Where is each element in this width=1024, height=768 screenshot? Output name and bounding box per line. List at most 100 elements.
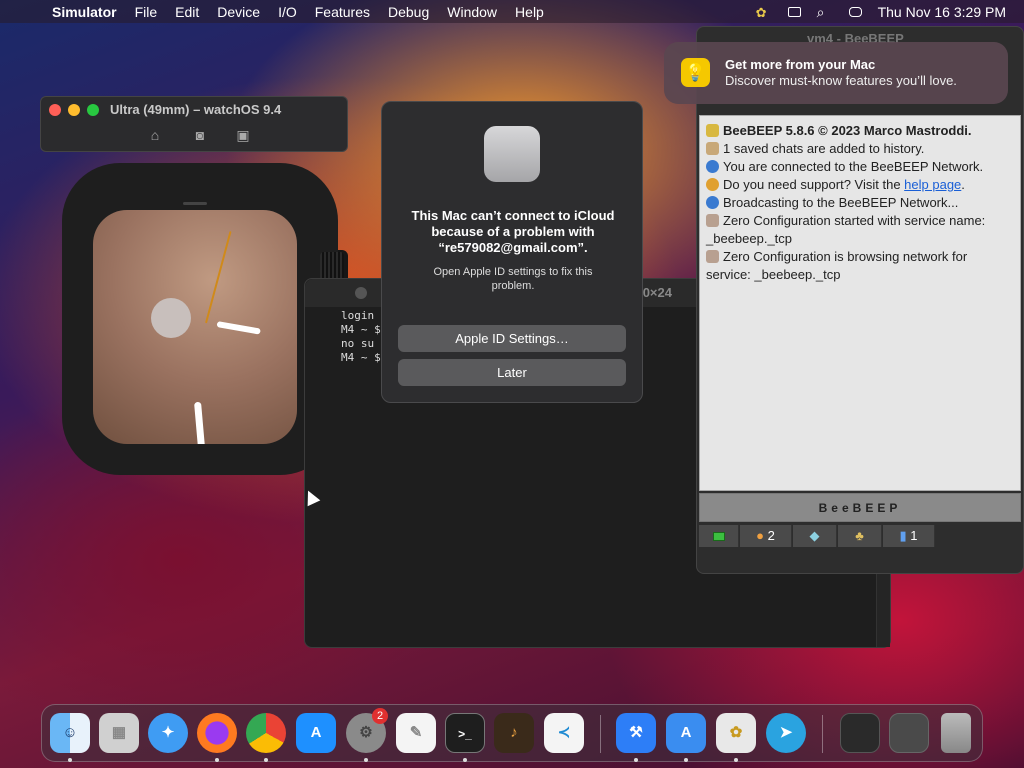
alert-message: Open Apple ID settings to fix this probl…: [433, 266, 593, 292]
running-indicator: [68, 758, 72, 762]
terminal-line: M4 ~ $: [341, 323, 381, 336]
menu-help[interactable]: Help: [515, 4, 544, 20]
simulator-icon[interactable]: A: [666, 713, 706, 753]
tab-groups[interactable]: ♣: [838, 525, 882, 547]
beebeep-status-icon[interactable]: ✿: [756, 5, 772, 20]
terminal-icon[interactable]: >_: [445, 713, 485, 753]
watch-minute-hand: [194, 401, 209, 444]
garageband-icon[interactable]: ♪: [494, 713, 534, 753]
menu-edit[interactable]: Edit: [175, 4, 199, 20]
running-indicator: [734, 758, 738, 762]
textedit-icon[interactable]: ✎: [396, 713, 436, 753]
groups-icon: ♣: [855, 528, 864, 543]
terminal-output[interactable]: login M4 ~ $ no su M4 ~ $: [341, 309, 381, 365]
tab-messages[interactable]: ◆: [793, 525, 837, 547]
scroll-icon: [706, 142, 719, 155]
chat-line: Do you need support? Visit the help page…: [706, 176, 1018, 194]
beebeep-banner: BeeBEEP: [699, 493, 1021, 522]
home-button-icon[interactable]: ⌂: [146, 127, 164, 143]
files-icon: ▮: [899, 528, 907, 543]
trash-icon[interactable]: [941, 713, 971, 753]
menu-device[interactable]: Device: [217, 4, 260, 20]
running-indicator: [215, 758, 219, 762]
messages-icon: ◆: [809, 528, 820, 543]
close-window-button[interactable]: [49, 104, 61, 116]
menu-window[interactable]: Window: [447, 4, 497, 20]
minimize-window-button[interactable]: [68, 104, 80, 116]
chat-icon: [712, 532, 725, 542]
terminal-line: login: [341, 309, 375, 322]
dock: ☺ ▦ ✦ A ⚙ ✎ >_ ♪ ≺ ⚒ A ✿ ➤: [41, 704, 983, 762]
notification-title: Get more from your Mac: [725, 57, 876, 72]
later-button[interactable]: Later: [398, 359, 626, 386]
screen-mirroring-icon[interactable]: [787, 6, 801, 17]
settings-notification-badge: 2: [372, 708, 388, 724]
spotlight-search-icon[interactable]: ⌕: [817, 5, 833, 19]
simulator-window-toolbar: Ultra (49mm) – watchOS 9.4 ⌂ ◙ ▣: [40, 96, 348, 152]
screenshot-camera-icon[interactable]: ◙: [191, 127, 209, 143]
help-page-link[interactable]: help page: [904, 177, 961, 192]
beebeep-window[interactable]: vm4 - BeeBEEP BeeBEEP 5.8.6 © 2023 Marco…: [696, 26, 1024, 574]
app-store-icon[interactable]: A: [296, 713, 336, 753]
documents-stack-icon[interactable]: [889, 713, 929, 753]
chat-line: 1 saved chats are added to history.: [706, 140, 1018, 158]
users-icon: ●: [756, 528, 764, 543]
menu-features[interactable]: Features: [315, 4, 370, 20]
running-indicator: [634, 758, 638, 762]
notification-body: Discover must-know features you’ll love.: [725, 73, 957, 88]
running-indicator: [684, 758, 688, 762]
dock-separator: [822, 715, 823, 753]
telegram-icon[interactable]: ➤: [766, 713, 806, 753]
running-indicator: [364, 758, 368, 762]
network-globe-icon: [706, 160, 719, 173]
menu-debug[interactable]: Debug: [388, 4, 429, 20]
notification-banner[interactable]: 💡 Get more from your Mac Discover must-k…: [664, 42, 1008, 104]
chrome-icon[interactable]: [246, 713, 286, 753]
chat-line: Zero Configuration started with service …: [706, 213, 986, 246]
apple-id-settings-button[interactable]: Apple ID Settings…: [398, 325, 626, 352]
firefox-icon[interactable]: [197, 713, 237, 753]
safari-icon[interactable]: ✦: [148, 713, 188, 753]
terminal-line: M4 ~ $: [341, 351, 381, 364]
running-indicator: [463, 758, 467, 762]
watch-second-hand: [205, 231, 232, 324]
terminal-close-button[interactable]: [355, 287, 367, 299]
alert-title: This Mac can’t connect to iCloud because…: [411, 208, 615, 255]
zeroconf-icon: [706, 214, 719, 227]
watch-sensor-pill: [183, 202, 207, 205]
beebeep-tab-bar: ● 2 ◆ ♣ ▮ 1: [699, 525, 1021, 547]
xcode-icon[interactable]: ⚒: [616, 713, 656, 753]
menu-app-name[interactable]: Simulator: [52, 4, 117, 20]
beebeep-chat-log[interactable]: BeeBEEP 5.8.6 © 2023 Marco Mastroddi. 1 …: [699, 115, 1021, 491]
chat-line: You are connected to the BeeBEEP Network…: [706, 158, 1018, 176]
tips-lightbulb-icon: 💡: [681, 58, 710, 87]
tab-files[interactable]: ▮ 1: [883, 525, 935, 547]
rotate-device-icon[interactable]: ▣: [234, 127, 252, 143]
apple-logo-icon: [484, 126, 540, 182]
icloud-alert-dialog: This Mac can’t connect to iCloud because…: [381, 101, 643, 403]
broadcast-globe-icon: [706, 196, 719, 209]
zoom-window-button[interactable]: [87, 104, 99, 116]
zeroconf-icon: [706, 250, 719, 263]
tab-users[interactable]: ● 2: [740, 525, 792, 547]
chat-line: BeeBEEP 5.8.6 © 2023 Marco Mastroddi.: [706, 122, 1018, 140]
vscode-icon[interactable]: ≺: [544, 713, 584, 753]
menu-io[interactable]: I/O: [278, 4, 297, 20]
menu-bar: Simulator File Edit Device I/O Features …: [0, 0, 1024, 23]
terminal-line: no su: [341, 337, 375, 350]
menu-file[interactable]: File: [135, 4, 158, 20]
chat-line: Zero Configuration is browsing network f…: [706, 249, 968, 282]
watch-screen[interactable]: [93, 210, 297, 444]
finder-icon[interactable]: ☺: [50, 713, 90, 753]
control-center-icon[interactable]: [848, 6, 862, 17]
launchpad-icon[interactable]: ▦: [99, 713, 139, 753]
tab-chat[interactable]: [699, 525, 739, 547]
chat-line: Broadcasting to the BeeBEEP Network...: [706, 194, 1018, 212]
watch-hour-hand: [216, 321, 261, 335]
menubar-clock[interactable]: Thu Nov 16 3:29 PM: [878, 4, 1006, 20]
beebeep-icon[interactable]: ✿: [716, 713, 756, 753]
simulator-title: Ultra (49mm) – watchOS 9.4: [110, 102, 282, 117]
support-icon: [706, 178, 719, 191]
downloads-folder-icon[interactable]: [840, 713, 880, 753]
running-indicator: [264, 758, 268, 762]
